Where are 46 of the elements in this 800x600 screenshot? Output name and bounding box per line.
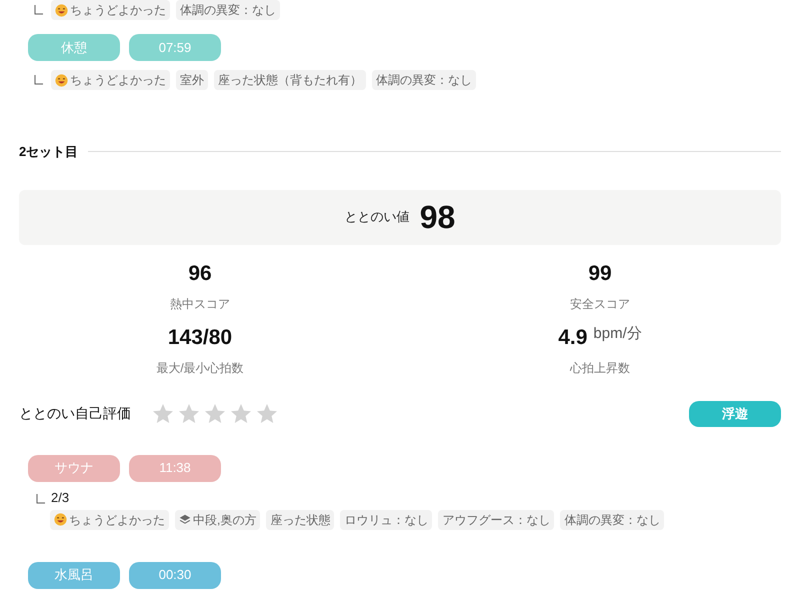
stat-label: 心拍上昇数 bbox=[570, 360, 630, 376]
tag-text: 室外 bbox=[180, 72, 204, 89]
smiley-icon bbox=[55, 74, 68, 86]
totonoi-value: 98 bbox=[420, 198, 456, 237]
duration-pill: 07:59 bbox=[129, 34, 221, 61]
stat-value: 99 bbox=[588, 260, 612, 286]
layers-icon bbox=[179, 514, 191, 526]
set-count: 2/3 bbox=[51, 490, 70, 504]
tag-text: 体調の異変：なし bbox=[564, 512, 660, 528]
stat-label: 安全スコア bbox=[570, 296, 630, 312]
stat-label: 最大/最小心拍数 bbox=[156, 360, 244, 376]
duration-pill: 00:30 bbox=[129, 562, 221, 588]
tag-text: 体調の異変：なし bbox=[376, 72, 472, 89]
star-icon bbox=[177, 402, 201, 426]
session-type-pill: サウナ bbox=[28, 454, 120, 482]
duration-pill: 11:38 bbox=[129, 454, 221, 482]
tag-text: ちょうどよかった bbox=[70, 72, 166, 89]
star-icon bbox=[229, 402, 253, 426]
status-badge: 浮遊 bbox=[689, 400, 781, 426]
session-type-pill: 水風呂 bbox=[28, 562, 120, 588]
stat-value: 143/80 bbox=[168, 324, 232, 350]
stat-label: 熱中スコア bbox=[170, 296, 230, 312]
smiley-icon bbox=[55, 4, 68, 16]
tag-text: 体調の異変：なし bbox=[180, 2, 276, 19]
star-icon bbox=[203, 402, 227, 426]
tag-text: 中段,奥の方 bbox=[193, 512, 256, 528]
branch-icon bbox=[34, 5, 43, 15]
stat-value: 4.9 bbox=[558, 324, 588, 350]
branch-icon bbox=[34, 75, 43, 85]
session-type-pill: 休憩 bbox=[28, 34, 120, 61]
smiley-icon bbox=[54, 513, 67, 526]
tag-text: 座った状態 bbox=[270, 512, 330, 528]
tag-text: アウフグース：なし bbox=[442, 512, 550, 528]
branch-icon bbox=[36, 494, 45, 504]
self-rating-label: ととのい自己評価 bbox=[19, 404, 131, 423]
star-rating[interactable] bbox=[151, 402, 279, 426]
tag-text: ロウリュ：なし bbox=[344, 512, 428, 528]
totonoi-label: ととのい値 bbox=[344, 208, 410, 226]
section-title: 2セット目 bbox=[19, 143, 78, 161]
stat-value: 96 bbox=[188, 260, 212, 286]
tag-text: ちょうどよかった bbox=[70, 2, 166, 19]
tag-text: ちょうどよかった bbox=[69, 512, 165, 528]
star-icon bbox=[255, 402, 279, 426]
stat-unit: bpm/分 bbox=[593, 324, 642, 342]
tag-text: 座った状態（背もたれ有） bbox=[218, 72, 362, 89]
star-icon bbox=[151, 402, 175, 426]
